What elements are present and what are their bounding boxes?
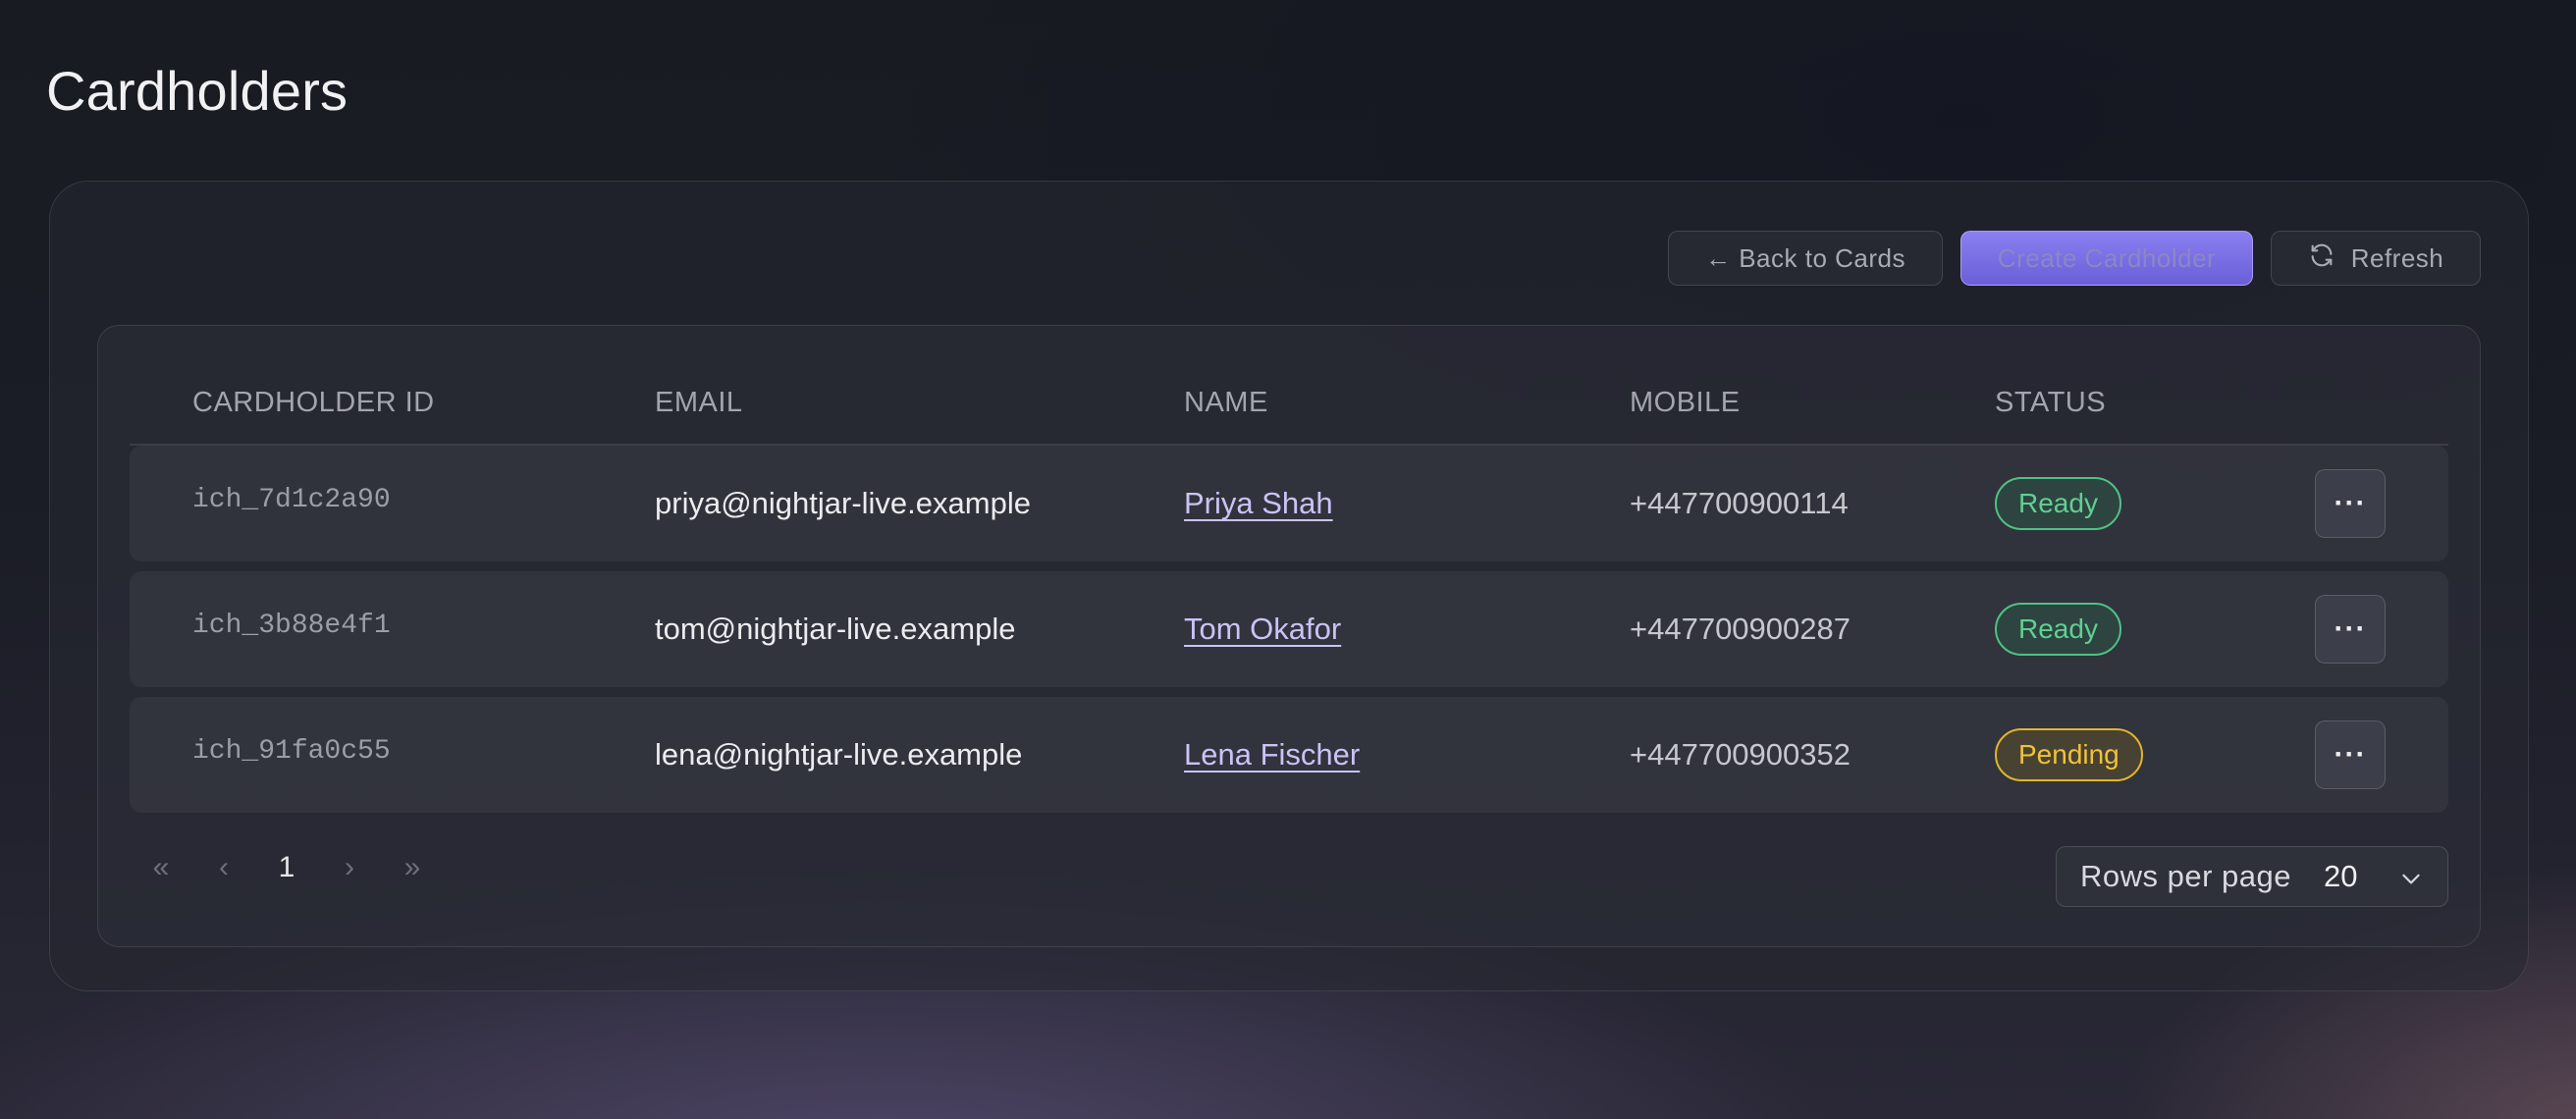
rows-per-page-select[interactable]: Rows per page 20: [2056, 846, 2448, 907]
pagination: « ‹ 1 › »: [130, 836, 444, 899]
status-badge: Ready: [1995, 603, 2121, 656]
cardholders-table: Cardholder ID Email Name Mobile Status i…: [97, 325, 2481, 947]
status-badge: Pending: [1995, 728, 2143, 781]
refresh-icon: [2308, 241, 2335, 276]
cardholder-name-link[interactable]: Lena Fischer: [1184, 737, 1360, 773]
cardholder-mobile: +447700900114: [1630, 486, 1849, 520]
toolbar: ← Back to Cards Create Cardholder Refres…: [1668, 231, 2481, 286]
current-page-button[interactable]: 1: [255, 836, 318, 899]
column-header-cardholder-id: Cardholder ID: [192, 387, 435, 418]
refresh-button[interactable]: Refresh: [2271, 231, 2481, 286]
next-page-button[interactable]: ›: [318, 836, 381, 899]
cardholder-id: ich_7d1c2a90: [192, 484, 391, 515]
chevron-down-icon: [2398, 864, 2424, 889]
cardholder-email: priya@nightjar-live.example: [655, 486, 1031, 520]
table-row: ich_7d1c2a90 priya@nightjar-live.example…: [130, 446, 2448, 561]
first-page-button[interactable]: «: [130, 836, 192, 899]
cardholder-name-link[interactable]: Priya Shah: [1184, 486, 1333, 521]
refresh-label: Refresh: [2350, 242, 2444, 273]
table-header: Cardholder ID Email Name Mobile Status: [98, 326, 2480, 448]
cardholder-name-link[interactable]: Tom Okafor: [1184, 612, 1341, 647]
row-actions-button[interactable]: ···: [2315, 720, 2386, 789]
cardholder-id: ich_3b88e4f1: [192, 610, 391, 641]
column-header-name: Name: [1184, 387, 1268, 418]
cardholder-mobile: +447700900352: [1630, 737, 1851, 772]
cardholder-id: ich_91fa0c55: [192, 735, 391, 767]
cardholder-mobile: +447700900287: [1630, 612, 1851, 646]
row-actions-button[interactable]: ···: [2315, 469, 2386, 538]
row-actions-button[interactable]: ···: [2315, 595, 2386, 664]
table-row: ich_3b88e4f1 tom@nightjar-live.example T…: [130, 571, 2448, 687]
previous-page-button[interactable]: ‹: [192, 836, 255, 899]
status-badge: Ready: [1995, 477, 2121, 530]
last-page-button[interactable]: »: [381, 836, 444, 899]
page-title: Cardholders: [46, 60, 349, 122]
create-cardholder-button[interactable]: Create Cardholder: [1960, 231, 2253, 286]
back-to-cards-button[interactable]: ← Back to Cards: [1668, 231, 1943, 286]
column-header-mobile: Mobile: [1630, 387, 1741, 418]
column-header-email: Email: [655, 387, 743, 418]
table-row: ich_91fa0c55 lena@nightjar-live.example …: [130, 697, 2448, 813]
cardholder-email: lena@nightjar-live.example: [655, 737, 1023, 772]
rows-per-page-label: Rows per page: [2080, 859, 2292, 893]
cardholders-panel: ← Back to Cards Create Cardholder Refres…: [49, 181, 2529, 991]
rows-per-page-value: 20: [2324, 859, 2358, 893]
cardholder-email: tom@nightjar-live.example: [655, 612, 1016, 646]
column-header-status: Status: [1995, 387, 2107, 418]
